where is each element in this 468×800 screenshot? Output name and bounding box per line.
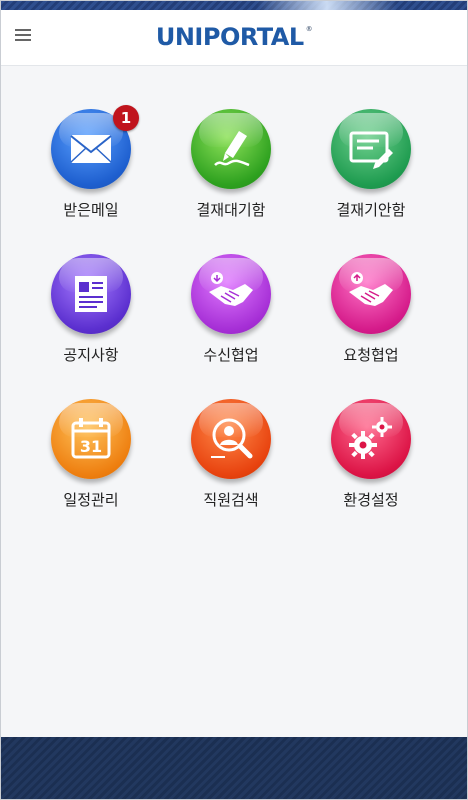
- schedule-button[interactable]: 31: [51, 399, 131, 479]
- received-collab-button[interactable]: [191, 254, 271, 334]
- logo: UNIPORTAL ®: [1, 23, 467, 51]
- menu-label: 받은메일: [63, 201, 119, 219]
- menu-grid: 1 받은메일 결재대기함 결재기안함 공지사항 수신협업 요청협업 31 일정관…: [21, 105, 441, 510]
- menu-item-settings[interactable]: 환경설정: [301, 399, 441, 510]
- top-stripe: [1, 1, 467, 10]
- header: UNIPORTAL ®: [1, 10, 467, 66]
- menu-label: 직원검색: [203, 491, 259, 509]
- menu-item-staff-search[interactable]: 직원검색: [161, 399, 301, 510]
- gears-icon: [349, 417, 392, 459]
- menu-item-approval-pending[interactable]: 결재대기함: [161, 109, 301, 220]
- menu-label: 환경설정: [343, 491, 399, 509]
- footer: [1, 737, 467, 799]
- handshake-up-icon: [349, 272, 393, 306]
- notices-button[interactable]: [51, 254, 131, 334]
- pen-sign-icon: [214, 131, 250, 167]
- inbox-button[interactable]: 1: [51, 105, 139, 189]
- requested-collab-button[interactable]: [331, 254, 411, 334]
- handshake-down-icon: [209, 272, 253, 306]
- menu-item-inbox[interactable]: 1 받은메일: [21, 105, 161, 220]
- approval-pending-button[interactable]: [191, 109, 271, 189]
- menu-label: 결재대기함: [196, 201, 266, 219]
- calendar-icon: 31: [71, 418, 111, 459]
- menu-label: 수신협업: [203, 346, 259, 364]
- document-pen-icon: [349, 131, 393, 169]
- staff-search-button[interactable]: [191, 399, 271, 479]
- settings-button[interactable]: [331, 399, 411, 479]
- menu-item-approval-drafts[interactable]: 결재기안함: [301, 109, 441, 220]
- menu-label: 일정관리: [63, 491, 119, 509]
- app-frame: UNIPORTAL ® 1 받은메일 결재대기함 결재기안함 공지사항 수신협업…: [0, 0, 468, 800]
- unread-count-badge: 1: [113, 105, 139, 131]
- newspaper-icon: [75, 276, 107, 312]
- logo-text: UNIPORTAL: [155, 23, 304, 51]
- menu-label: 공지사항: [63, 346, 119, 364]
- menu-label: 결재기안함: [336, 201, 406, 219]
- calendar-day: 31: [80, 437, 102, 456]
- person-search-icon: [211, 418, 253, 459]
- registered-mark: ®: [305, 25, 313, 33]
- approval-drafts-button[interactable]: [331, 109, 411, 189]
- menu-item-notices[interactable]: 공지사항: [21, 254, 161, 365]
- envelope-icon: [70, 135, 112, 163]
- menu-item-received-collab[interactable]: 수신협업: [161, 254, 301, 365]
- menu-item-requested-collab[interactable]: 요청협업: [301, 254, 441, 365]
- menu-label: 요청협업: [343, 346, 399, 364]
- menu-item-schedule[interactable]: 31 일정관리: [21, 399, 161, 510]
